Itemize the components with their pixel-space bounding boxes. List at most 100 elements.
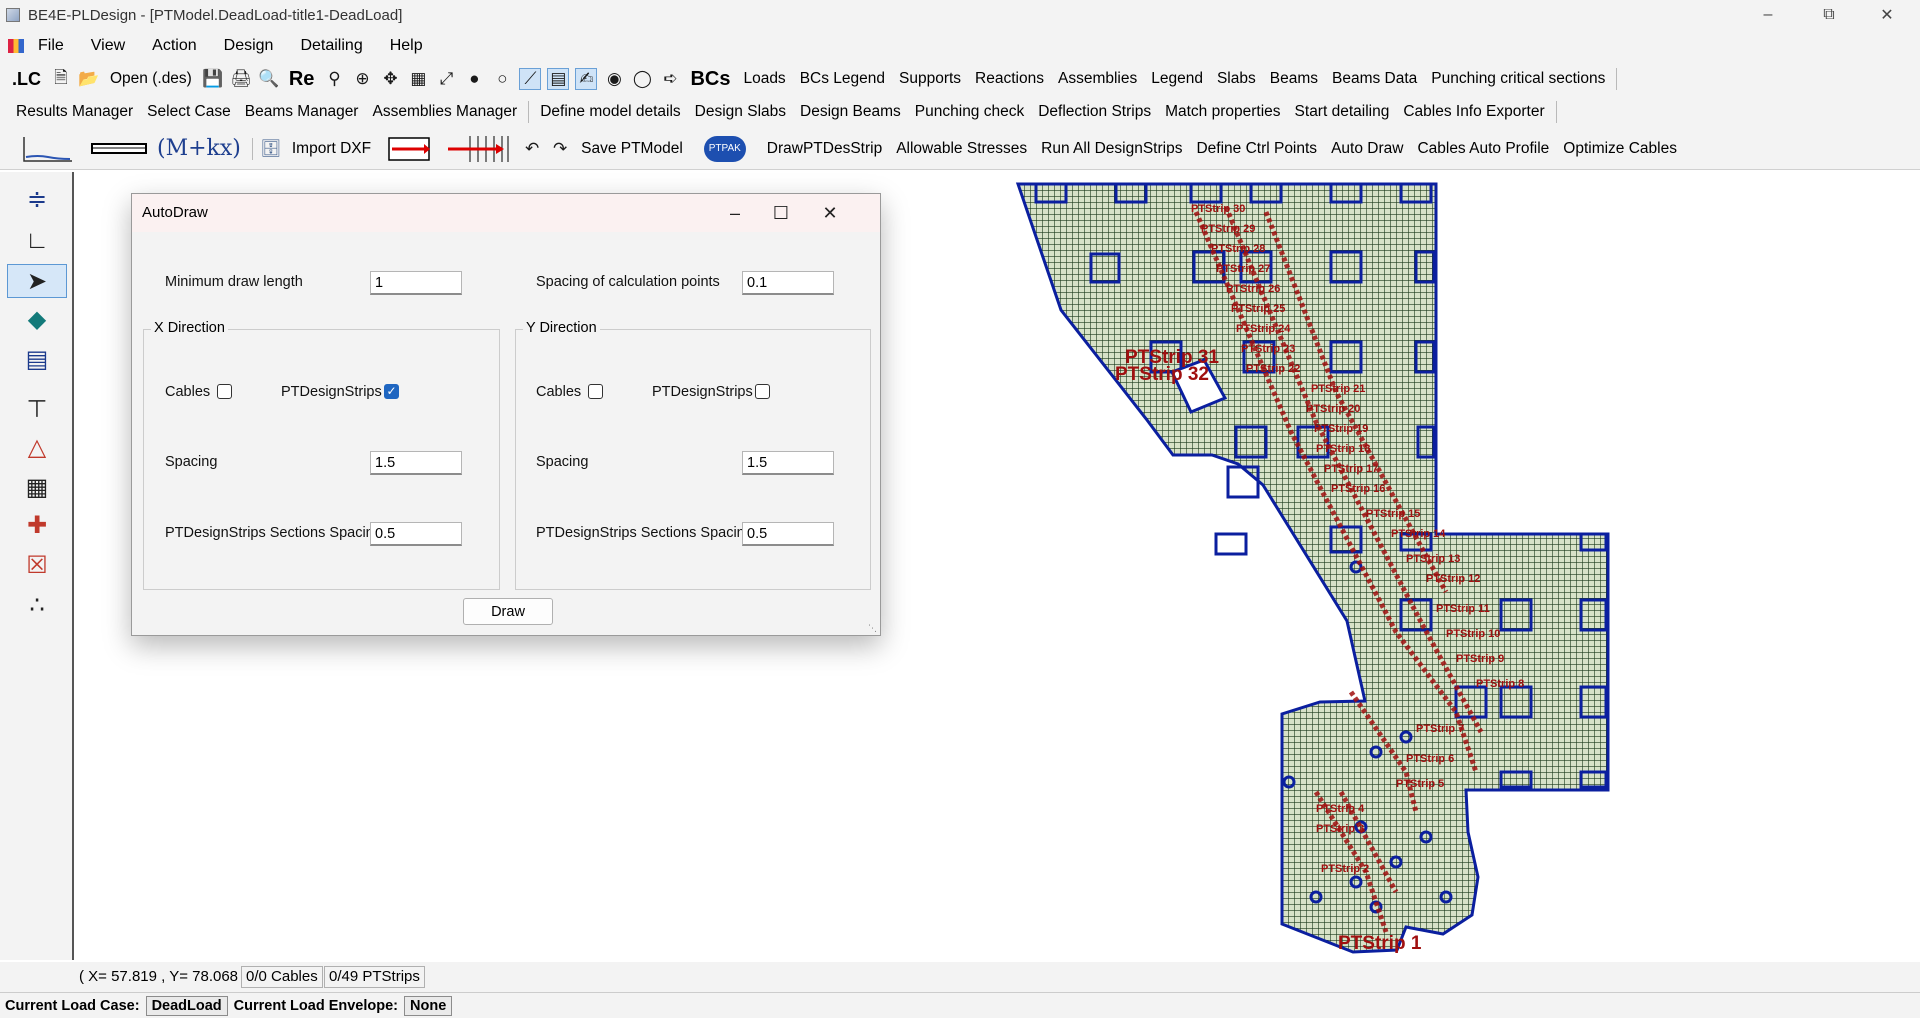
import-dxf-icon[interactable]: 🗄 [260, 138, 282, 160]
undo-icon[interactable]: ↶ [521, 138, 543, 160]
mdi-system-icon[interactable] [8, 39, 24, 53]
loads-button[interactable]: Loads [743, 70, 785, 88]
cables-info-exporter-button[interactable]: Cables Info Exporter [1403, 103, 1544, 121]
bcs-button[interactable]: BCs [690, 68, 730, 91]
menu-help[interactable]: Help [390, 37, 423, 55]
min-draw-length-input[interactable] [370, 271, 462, 295]
node-icon[interactable]: ● [463, 68, 485, 90]
menu-detailing[interactable]: Detailing [300, 37, 362, 55]
deflection-strips-button[interactable]: Deflection Strips [1038, 103, 1151, 121]
match-properties-button[interactable]: Match properties [1165, 103, 1280, 121]
allowable-stresses-button[interactable]: Allowable Stresses [896, 140, 1027, 158]
optimize-cables-button[interactable]: Optimize Cables [1563, 140, 1677, 158]
save-icon[interactable]: 💾 [202, 68, 224, 90]
dialog-close-button[interactable]: ✕ [816, 200, 844, 226]
draw-button[interactable]: Draw [463, 598, 553, 625]
corner-axis-icon[interactable]: ∟ [7, 224, 67, 258]
x-section-spacing-input[interactable] [370, 522, 462, 546]
menu-design[interactable]: Design [224, 37, 274, 55]
beams-button[interactable]: Beams [1270, 70, 1318, 88]
axis-icon[interactable]: ⤢ [435, 68, 457, 90]
select-pointer-icon[interactable]: ➤ [7, 264, 67, 298]
save-ptmodel-button[interactable]: Save PTModel [581, 140, 683, 158]
hatch-grid-icon[interactable]: ▦ [7, 470, 67, 504]
x-strips-checkbox[interactable]: ✓ [384, 384, 399, 399]
design-slabs-button[interactable]: Design Slabs [695, 103, 786, 121]
design-beams-button[interactable]: Design Beams [800, 103, 901, 121]
dialog-maximize-button[interactable]: ☐ [767, 200, 795, 226]
cables-auto-profile-button[interactable]: Cables Auto Profile [1417, 140, 1549, 158]
support-icon[interactable]: △ [7, 430, 67, 464]
select-case-button[interactable]: Select Case [147, 103, 231, 121]
menu-view[interactable]: View [91, 37, 125, 55]
menu-file[interactable]: File [38, 37, 64, 55]
start-detailing-button[interactable]: Start detailing [1295, 103, 1390, 121]
beam-slab-icon[interactable]: ◆ [7, 302, 67, 336]
run-all-designstrips-button[interactable]: Run All DesignStrips [1041, 140, 1182, 158]
y-cables-checkbox[interactable] [588, 384, 603, 399]
results-manager-button[interactable]: Results Manager [16, 103, 133, 121]
spacing-calc-points-input[interactable] [742, 271, 834, 295]
redo-icon[interactable]: ↷ [549, 138, 571, 160]
import-dxf-button[interactable]: Import DXF [292, 140, 371, 158]
define-model-details-button[interactable]: Define model details [540, 103, 680, 121]
y-strips-checkbox[interactable] [755, 384, 770, 399]
beams-manager-button[interactable]: Beams Manager [245, 103, 359, 121]
minimize-button[interactable]: – [1745, 0, 1791, 30]
node-cluster-icon[interactable]: ∴ [7, 588, 67, 622]
resize-grip-icon[interactable]: ⋱ [868, 623, 878, 633]
bcs-legend-button[interactable]: BCs Legend [800, 70, 885, 88]
dialog-minimize-button[interactable]: – [721, 200, 749, 226]
punching-check-button[interactable]: Punching check [915, 103, 1024, 121]
opening-icon[interactable]: ☒ [7, 548, 67, 582]
zoom-window-icon[interactable]: ⊕ [351, 68, 373, 90]
point-load-icon[interactable]: ◉ [603, 68, 625, 90]
circle-node-icon[interactable]: ○ [491, 68, 513, 90]
open-folder-icon[interactable]: 📂 [78, 68, 100, 90]
tendon-profile-icon[interactable]: ≑ [7, 182, 67, 216]
beams-data-button[interactable]: Beams Data [1332, 70, 1417, 88]
menu-action[interactable]: Action [152, 37, 196, 55]
assemblies-manager-button[interactable]: Assemblies Manager [372, 103, 517, 121]
new-file-icon[interactable]: 🗎 [50, 68, 72, 90]
grid-icon[interactable]: ▦ [407, 68, 429, 90]
print-icon[interactable]: 🖨 [230, 68, 252, 90]
strip-sections-icon[interactable] [448, 134, 510, 164]
profile-curve-icon[interactable] [20, 133, 76, 165]
redraw-button[interactable]: Re [289, 68, 315, 91]
y-section-spacing-input[interactable] [742, 522, 834, 546]
slabs-button[interactable]: Slabs [1217, 70, 1256, 88]
zoom-extent-icon[interactable]: ⚲ [323, 68, 345, 90]
tendon-icon[interactable]: ➪ [659, 68, 681, 90]
assemblies-button[interactable]: Assemblies [1058, 70, 1137, 88]
moment-formula-button[interactable]: (M+kx) [157, 136, 241, 161]
pan-icon[interactable]: ✥ [379, 68, 401, 90]
draw-ptdesstrip-button[interactable]: DrawPTDesStrip [767, 140, 882, 158]
slab-grid-icon[interactable]: ▤ [547, 68, 570, 90]
load-case-value[interactable]: DeadLoad [145, 995, 228, 1016]
close-button[interactable]: ✕ [1864, 0, 1910, 30]
open-des-button[interactable]: Open (.des) [110, 70, 192, 88]
y-spacing-input[interactable] [742, 451, 834, 475]
dialog-title-bar[interactable]: AutoDraw – ☐ ✕ [132, 194, 880, 232]
supports-button[interactable]: Supports [899, 70, 961, 88]
legend-button[interactable]: Legend [1151, 70, 1203, 88]
draw-strip-arrow-icon[interactable] [386, 135, 432, 163]
strip-lines-icon[interactable]: ▤ [7, 342, 67, 376]
print-preview-icon[interactable]: 🔍 [258, 68, 280, 90]
edit-shape-icon[interactable]: ✍ [575, 68, 598, 90]
point-add-icon[interactable]: ✚ [7, 508, 67, 542]
ring-icon[interactable]: ◯ [631, 68, 653, 90]
punching-critical-sections-button[interactable]: Punching critical sections [1431, 70, 1605, 88]
reactions-button[interactable]: Reactions [975, 70, 1044, 88]
ptpak-button[interactable]: PTPAK [703, 135, 746, 162]
define-ctrl-points-button[interactable]: Define Ctrl Points [1196, 140, 1317, 158]
column-icon[interactable]: ⊤ [7, 392, 67, 426]
load-case-button[interactable]: .LC [12, 69, 41, 90]
x-spacing-input[interactable] [370, 451, 462, 475]
auto-draw-button[interactable]: Auto Draw [1331, 140, 1403, 158]
draw-line-icon[interactable]: ⟋ [519, 68, 542, 90]
restore-button[interactable]: ⧉ [1806, 0, 1852, 30]
load-envelope-value[interactable]: None [404, 995, 453, 1016]
beam-section-icon[interactable] [90, 139, 150, 159]
